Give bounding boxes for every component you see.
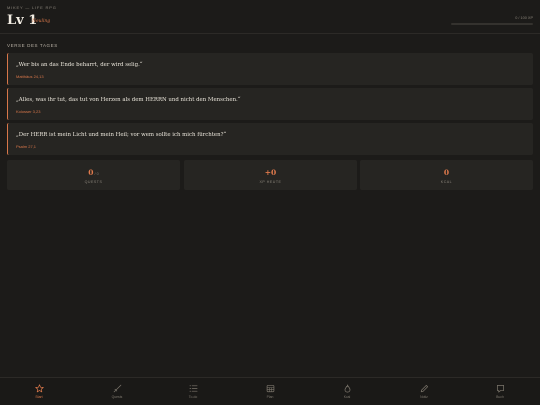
star-icon: [34, 384, 44, 393]
verse-reference: Psalm 27,1: [16, 144, 37, 149]
app-name: MIKEY — LIFE RPG: [7, 5, 57, 10]
book-icon: [496, 384, 504, 393]
nav-item-buch[interactable]: Buch: [480, 384, 520, 399]
verse-reference: Matthäus 24,13: [16, 74, 44, 79]
nav-label: Start: [35, 395, 43, 399]
stat-sub: / 0: [94, 172, 99, 176]
stat-value: 0: [88, 168, 94, 177]
verse-text: „Alles, was ihr tut, das tut von Herzen …: [16, 97, 241, 103]
flame-icon: [344, 384, 350, 393]
rank-label: Neuling: [32, 19, 51, 24]
calendar-icon: [266, 385, 274, 393]
stat-card-quests: 0/ 0 QUESTS: [7, 160, 180, 190]
sword-icon: [113, 384, 121, 393]
verse-reference: Kolosser 3,23: [16, 109, 41, 114]
verse-card: „Alles, was ihr tut, das tut von Herzen …: [7, 88, 533, 120]
nav-label: Buch: [496, 395, 504, 399]
bottom-nav: Start Quests To-do Plan Kcal Notiz Buch: [0, 377, 540, 405]
nav-item-kcal[interactable]: Kcal: [327, 384, 367, 399]
xp-text: 0 / 100 XP: [515, 16, 533, 20]
nav-item-start[interactable]: Start: [19, 384, 59, 399]
stat-label: QUESTS: [84, 180, 103, 184]
stat-card-kcal: 0 KCAL: [360, 160, 533, 190]
verses-section-title: VERSE DES TAGES: [7, 43, 58, 48]
stat-label: XP HEUTE: [259, 180, 282, 184]
nav-item-plan[interactable]: Plan: [250, 384, 290, 399]
nav-label: To-do: [188, 395, 198, 399]
stat-card-xp-today: +0 XP HEUTE: [184, 160, 357, 190]
verse-text: „Der HERR ist mein Licht und mein Heil; …: [16, 132, 227, 138]
pencil-icon: [420, 384, 428, 393]
nav-label: Notiz: [420, 395, 428, 399]
stat-value: +0: [264, 168, 277, 177]
nav-label: Kcal: [343, 395, 351, 399]
nav-item-todo[interactable]: To-do: [173, 384, 213, 399]
stat-value: 0: [443, 168, 450, 177]
nav-item-quests[interactable]: Quests: [97, 384, 137, 399]
list-icon: [189, 385, 197, 392]
verse-card: „Wer bis an das Ende beharrt, der wird s…: [7, 53, 533, 85]
stat-label: KCAL: [440, 180, 453, 184]
nav-label: Quests: [111, 395, 123, 399]
nav-label: Plan: [266, 395, 274, 399]
xp-progress-bar: [451, 23, 533, 25]
verse-card: „Der HERR ist mein Licht und mein Heil; …: [7, 123, 533, 155]
nav-item-notiz[interactable]: Notiz: [404, 384, 444, 399]
verse-text: „Wer bis an das Ende beharrt, der wird s…: [16, 62, 143, 68]
header: MIKEY — LIFE RPG Lv 1 Neuling 0 / 100 XP: [0, 0, 540, 34]
